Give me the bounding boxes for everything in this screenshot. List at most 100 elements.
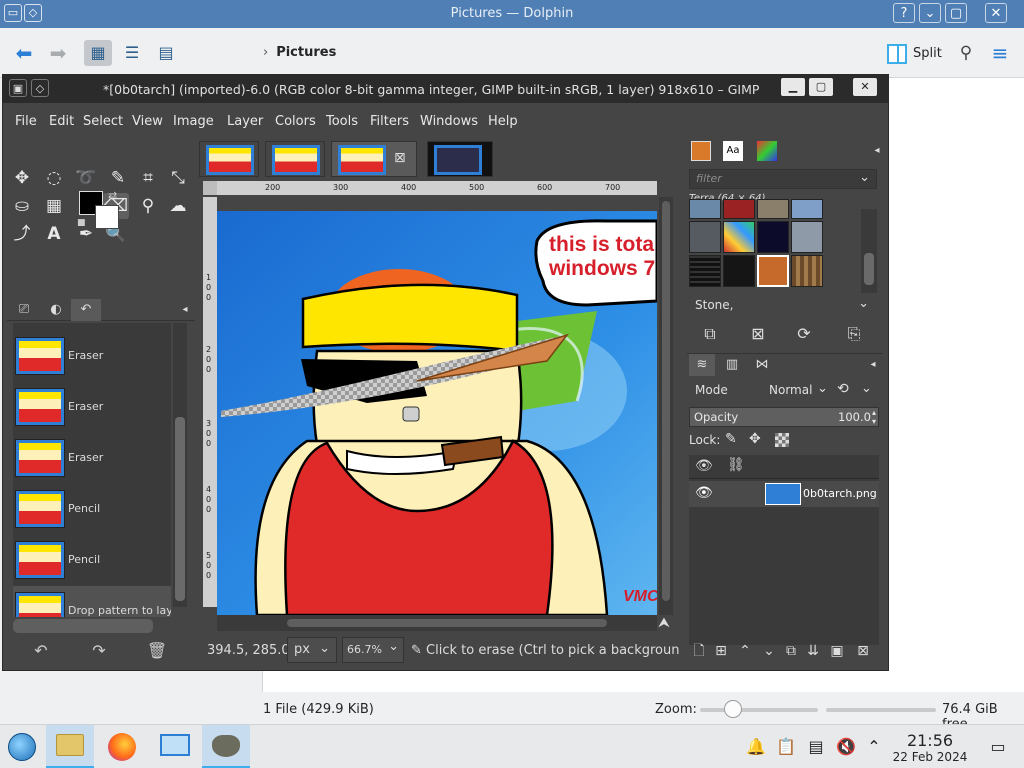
- swap-colors-icon[interactable]: ⇄: [108, 189, 117, 202]
- breadcrumb[interactable]: › Pictures: [263, 45, 336, 60]
- bucket-fill-icon[interactable]: ⛀: [9, 193, 35, 219]
- navigate-icon[interactable]: ⮝: [658, 615, 674, 631]
- pattern-swatch[interactable]: [689, 199, 721, 219]
- search-icon[interactable]: ⚲: [954, 40, 978, 66]
- gradient-icon[interactable]: ▦: [41, 193, 67, 219]
- show-desktop-icon[interactable]: ▭: [988, 737, 1008, 757]
- dock-menu-icon[interactable]: ◂: [867, 141, 887, 161]
- crop-icon[interactable]: ⌗: [135, 165, 161, 191]
- fonts-tab-icon[interactable]: Aa: [723, 141, 743, 161]
- scrollbar-handle[interactable]: [662, 201, 670, 601]
- notification-icon[interactable]: 🔔: [746, 737, 766, 757]
- lock-position-icon[interactable]: ✥: [749, 431, 761, 447]
- pattern-swatch[interactable]: [723, 255, 755, 287]
- horizontal-ruler[interactable]: 200 300 400 500 600 700: [217, 181, 657, 195]
- scrollbar-handle[interactable]: [864, 253, 874, 285]
- delete-pattern-icon[interactable]: ⊠: [747, 323, 769, 345]
- pattern-tag-select[interactable]: Stone, ⌄: [689, 295, 877, 317]
- text-tool-icon[interactable]: A: [41, 221, 67, 247]
- layer-mask-icon[interactable]: ▣: [827, 641, 847, 661]
- pattern-swatch[interactable]: [723, 199, 755, 219]
- task-dolphin[interactable]: [46, 725, 94, 768]
- volume-muted-icon[interactable]: 🔇: [836, 737, 856, 757]
- clock[interactable]: 21:56 22 Feb 2024: [885, 731, 975, 764]
- duplicate-layer-icon[interactable]: ⧉: [781, 641, 801, 661]
- channels-tab-icon[interactable]: ▥: [719, 354, 745, 376]
- pattern-swatch[interactable]: [757, 221, 789, 253]
- layer-name[interactable]: 0b0tarch.png: [803, 487, 877, 500]
- lower-layer-icon[interactable]: ⌄: [759, 641, 779, 661]
- lasso-icon[interactable]: ➰: [73, 165, 99, 191]
- menu-filters[interactable]: Filters: [370, 114, 409, 129]
- history-scrollbar[interactable]: [173, 323, 187, 607]
- unit-select[interactable]: px ⌄: [287, 637, 337, 663]
- compact-view-icon[interactable]: ☰: [118, 40, 146, 66]
- device-icon[interactable]: ▤: [806, 737, 826, 757]
- canvas-horizontal-scrollbar[interactable]: [217, 615, 657, 631]
- maximize-icon[interactable]: ▢: [945, 3, 967, 23]
- menu-file[interactable]: File: [15, 114, 37, 129]
- pattern-swatch[interactable]: [689, 221, 721, 253]
- clone-icon[interactable]: ⚲: [135, 193, 161, 219]
- image-tab[interactable]: [265, 141, 325, 177]
- new-layer-icon[interactable]: 🗋: [689, 641, 709, 661]
- patterns-tab-icon[interactable]: [691, 141, 711, 161]
- mode-select[interactable]: Normal: [769, 383, 812, 397]
- menu-image[interactable]: Image: [173, 114, 214, 129]
- pattern-swatch[interactable]: [723, 221, 755, 253]
- smudge-icon[interactable]: ☁: [165, 193, 191, 219]
- history-item-selected[interactable]: Drop pattern to lay: [13, 586, 171, 617]
- paths-tab-icon[interactable]: ⋈: [749, 354, 775, 376]
- spin-icon[interactable]: ▴ ▾: [872, 408, 876, 426]
- image-canvas[interactable]: this is tota windows 7 VMC: [217, 211, 657, 615]
- layer-item[interactable]: 👁 0b0tarch.png: [689, 481, 879, 507]
- pattern-swatch-selected[interactable]: [757, 255, 789, 287]
- forward-icon[interactable]: ➡: [44, 40, 72, 66]
- clipboard-icon[interactable]: 📋: [776, 737, 796, 757]
- help-icon[interactable]: ?: [893, 3, 915, 23]
- zoom-select[interactable]: 66.7% ⌄: [342, 637, 404, 663]
- menu-help[interactable]: Help: [488, 114, 518, 129]
- scrollbar-handle[interactable]: [175, 417, 185, 601]
- close-tab-icon[interactable]: ⊠: [394, 150, 406, 166]
- new-layer-group-icon[interactable]: ⊞: [711, 641, 731, 661]
- zoom-slider-handle[interactable]: [724, 700, 742, 718]
- chevron-down-icon[interactable]: ⌄: [817, 381, 828, 396]
- gimp-app-icon[interactable]: ▣: [9, 79, 27, 97]
- ruler-corner[interactable]: [203, 181, 217, 195]
- pattern-swatch[interactable]: [689, 255, 721, 287]
- back-icon[interactable]: ⬅: [10, 40, 38, 66]
- image-tab-active[interactable]: ⊠: [331, 141, 417, 177]
- window-menu-icon[interactable]: ◇: [31, 79, 49, 97]
- split-button[interactable]: Split: [887, 42, 942, 66]
- image-tab[interactable]: [427, 141, 493, 177]
- lock-pixels-icon[interactable]: ✎: [725, 431, 737, 447]
- vertical-ruler[interactable]: 1 0 0 2 0 0 3 0 0 4 0 0 5 0 0: [203, 197, 217, 607]
- chevron-down-icon[interactable]: ⌄: [861, 381, 872, 396]
- scrollbar-handle[interactable]: [287, 619, 607, 627]
- transform-icon[interactable]: ⤡: [165, 165, 191, 191]
- layer-visibility-icon[interactable]: 👁: [695, 485, 713, 501]
- pattern-swatch[interactable]: [757, 199, 789, 219]
- fuzzy-select-icon[interactable]: ✎: [105, 165, 131, 191]
- chain-icon[interactable]: ⛓: [727, 457, 745, 473]
- raise-layer-icon[interactable]: ⌃: [735, 641, 755, 661]
- pattern-swatch[interactable]: [791, 199, 823, 219]
- refresh-patterns-icon[interactable]: ⟳: [793, 323, 815, 345]
- menu-layer[interactable]: Layer: [227, 114, 263, 129]
- history-item[interactable]: Eraser: [13, 331, 171, 381]
- opacity-slider[interactable]: Opacity 100.0 ▴ ▾: [689, 407, 879, 427]
- pattern-filter-input[interactable]: filter ⌄: [689, 169, 877, 189]
- task-firefox[interactable]: [98, 725, 146, 768]
- edit-pattern-icon[interactable]: ⧉: [699, 323, 721, 345]
- start-menu-button[interactable]: [0, 725, 48, 768]
- delete-layer-icon[interactable]: ⊠: [853, 641, 873, 661]
- details-view-icon[interactable]: ▤: [152, 40, 180, 66]
- icons-view-icon[interactable]: ▦: [84, 40, 112, 66]
- history-hscrollbar[interactable]: [13, 619, 153, 633]
- minimize-icon[interactable]: ▁: [781, 78, 805, 96]
- background-color-swatch[interactable]: [95, 205, 119, 229]
- layers-tab-icon[interactable]: ≋: [689, 354, 715, 376]
- pattern-scrollbar[interactable]: [861, 209, 877, 293]
- zoom-slider[interactable]: [700, 708, 818, 712]
